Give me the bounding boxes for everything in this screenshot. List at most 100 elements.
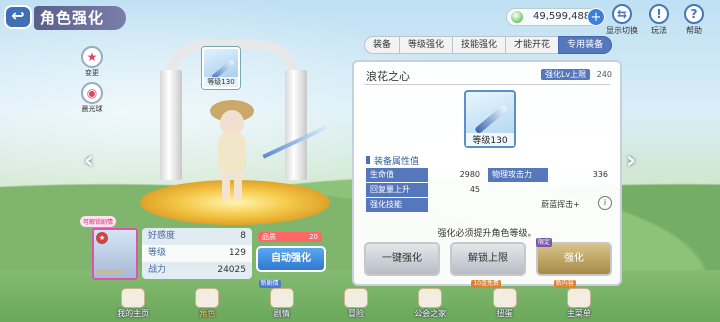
nav-home[interactable]: 我的主页 (96, 286, 170, 322)
transform-label: 变更 (85, 69, 99, 77)
enhance-notice: 强化必须提升角色等级。 (437, 229, 537, 239)
quality-label: 品质 (262, 233, 276, 241)
nav-character-label: 角色 (199, 309, 216, 318)
nav-guild-home[interactable]: 公会之家 (393, 286, 467, 322)
stat-label: 好感度 (148, 231, 176, 241)
tab-level-enhance[interactable]: 等级强化 (399, 36, 454, 54)
tab-equipment[interactable]: 装备 (364, 36, 401, 54)
stat-label: 战力 (148, 265, 167, 275)
help-icon: ? (684, 4, 704, 24)
tab-talent-bloom[interactable]: 才能开花 (505, 36, 560, 54)
enhance-limit-label: 强化Lv上限 (540, 69, 591, 80)
story-new-badge: 新剧情 (258, 280, 281, 288)
nav-character[interactable]: 角色 (170, 286, 244, 322)
star-icon: ★ (81, 46, 103, 68)
help-label: 帮助 (686, 26, 702, 35)
skill-value: 蔚蓝挥击+ (541, 200, 580, 209)
jewel-icon (511, 11, 523, 23)
nav-main-menu[interactable]: 新内容 主菜单 (542, 280, 616, 322)
attr-row-1: 生命值 2980 物理攻击力 336 (366, 168, 612, 182)
equipment-level: 等级130 (466, 133, 514, 146)
gacha-free-badge: 10连免费 (471, 280, 502, 288)
attr-row-skill: 强化技能 蔚蓝挥击+ (366, 198, 612, 212)
bottom-navigation: 我的主页 角色 新剧情 剧情 冒险 公会之家 10连免费 扭蛋 新内容 主菜单 (96, 280, 616, 322)
heal-value: 45 (469, 185, 480, 194)
quality-indicator: 品质 20 (258, 232, 322, 242)
menu-new-badge: 新内容 (553, 280, 576, 288)
enhance-limit: 强化Lv上限 240 (540, 69, 612, 80)
hp-label: 生命值 (366, 168, 428, 182)
heal-label: 回复量上升 (366, 183, 428, 197)
character-info-card: ★ ★★★★★ 好感度 8 等级 129 战力 24025 品质 20 自动强化 (92, 226, 342, 282)
character-sprite[interactable] (210, 100, 254, 200)
skill-label: 强化技能 (366, 198, 428, 212)
stat-value: 129 (228, 248, 246, 258)
character-portrait[interactable]: ★ ★★★★★ (92, 228, 138, 280)
gacha-icon (492, 288, 517, 308)
enhance-tabs: 装备 等级强化 技能强化 才能开花 专用装备 (364, 36, 613, 54)
tab-skill-enhance[interactable]: 技能强化 (452, 36, 507, 54)
auto-enhance-button[interactable]: 自动强化 (256, 246, 326, 272)
jewel-counter: 49,599,488 + (506, 8, 605, 26)
rank-icon: ★ (96, 232, 108, 244)
help-button[interactable]: ? 帮助 (678, 4, 710, 36)
equipment-name: 浪花之心 (366, 70, 410, 83)
home-icon (121, 288, 146, 308)
stat-row-level: 等级 129 (142, 245, 252, 262)
display-toggle-button[interactable]: ⇆ 显示切换 (606, 4, 638, 36)
attribute-grid: 生命值 2980 物理攻击力 336 回复量上升 45 强化技能 蔚蓝挥击+ (366, 168, 612, 213)
nav-story-label: 剧情 (273, 309, 290, 318)
guild-icon (418, 288, 443, 308)
tab-unique-equipment[interactable]: 专用装备 (558, 36, 613, 54)
enhance-button[interactable]: 限定 强化 (536, 238, 612, 276)
enhance-label: 强化 (564, 253, 584, 264)
equipped-weapon-slot[interactable]: 等级130 (202, 47, 240, 89)
stat-value: 8 (240, 231, 246, 241)
orb-icon: ◉ (81, 82, 103, 104)
shrine-pillar-right (285, 70, 307, 180)
equipment-icon-large[interactable]: 等级130 (464, 90, 516, 148)
nav-adventure[interactable]: 冒险 (319, 286, 393, 322)
back-arrow-icon: ↩ (11, 6, 25, 25)
character-stats: 好感度 8 等级 129 战力 24025 (142, 228, 252, 279)
display-toggle-icon: ⇆ (612, 4, 632, 24)
star-rating-icon: ★★★★★ (96, 268, 123, 276)
stat-label: 等级 (148, 248, 167, 258)
nav-guild-home-label: 公会之家 (414, 309, 447, 318)
atk-label: 物理攻击力 (488, 168, 548, 182)
next-character-arrow[interactable]: › (624, 146, 638, 174)
atk-value: 336 (592, 170, 608, 179)
gameplay-button[interactable]: ! 玩法 (643, 4, 675, 36)
nav-gacha-label: 扭蛋 (496, 309, 513, 318)
enhance-limit-value: 240 (596, 70, 612, 79)
hp-value: 2980 (459, 170, 480, 179)
stat-value: 24025 (217, 265, 246, 275)
equipment-panel: 浪花之心 强化Lv上限 240 等级130 装备属性值 生命值 2980 物理攻… (352, 60, 622, 286)
stat-row-affection: 好感度 8 (142, 228, 252, 245)
nav-gacha[interactable]: 10连免费 扭蛋 (467, 280, 541, 322)
page-title: 角色强化 (34, 6, 126, 30)
nav-story[interactable]: 新剧情 剧情 (245, 280, 319, 322)
stat-row-power: 战力 24025 (142, 262, 252, 279)
add-jewel-button[interactable]: + (587, 8, 605, 26)
transform-button[interactable]: ★ 变更 (78, 46, 106, 78)
attribute-section-title: 装备属性值 (366, 154, 419, 167)
gameplay-icon: ! (649, 4, 669, 24)
nav-home-label: 我的主页 (117, 309, 150, 318)
info-icon[interactable]: i (598, 196, 612, 210)
starlight-button[interactable]: ◉ 晨光球 (78, 82, 106, 114)
sword-icon (474, 104, 508, 135)
jewel-amount: 49,599,488 (533, 11, 591, 22)
back-button[interactable]: ↩ (4, 5, 32, 29)
one-click-enhance-button[interactable]: 一键强化 (364, 242, 440, 276)
unlock-limit-button[interactable]: 解锁上限 (450, 242, 526, 276)
starlight-label: 晨光球 (81, 105, 103, 113)
crossed-swords-icon (343, 288, 368, 308)
equip-slot-level: 等级130 (204, 77, 238, 87)
limited-tag: 限定 (536, 238, 553, 247)
prev-character-arrow[interactable]: ‹ (82, 146, 96, 174)
book-icon (269, 288, 294, 308)
divider (364, 84, 610, 85)
crystal-icon (566, 288, 591, 308)
nav-adventure-label: 冒险 (347, 309, 364, 318)
